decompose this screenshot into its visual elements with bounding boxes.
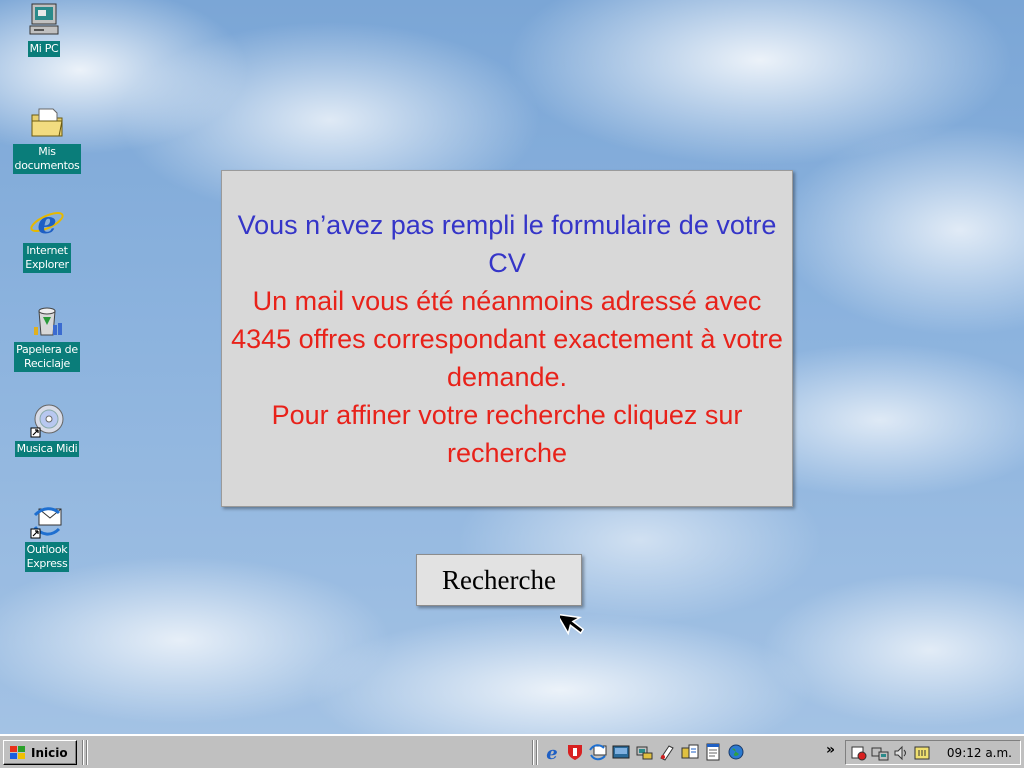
desktop-icon-label: Mis documentos	[12, 144, 82, 174]
quicklaunch-more-chevron[interactable]: »	[826, 742, 835, 758]
paint-icon[interactable]	[657, 742, 677, 762]
svg-text:e: e	[37, 206, 56, 240]
recycle-bin-icon	[34, 307, 62, 336]
file-manager-icon[interactable]	[680, 742, 700, 762]
desktop-icon-musica-midi[interactable]: Musica Midi	[4, 402, 90, 457]
start-button[interactable]: Inicio	[3, 740, 77, 765]
internet-explorer-icon: e	[30, 206, 64, 240]
quicklaunch-separator	[536, 740, 538, 765]
desktop-icon-label: Musica Midi	[14, 441, 80, 457]
network-status-icon[interactable]	[871, 744, 889, 762]
shield-icon[interactable]	[565, 742, 585, 762]
desktop-icon-mi-pc[interactable]: Mi PC	[1, 2, 87, 57]
quicklaunch-separator	[532, 740, 534, 765]
system-tray: 09:12 a.m.	[845, 740, 1021, 765]
message-line-mail: Un mail vous été néanmoins adressé avec …	[231, 285, 783, 392]
taskbar-clock[interactable]: 09:12 a.m.	[947, 746, 1020, 760]
desktop-icon-outlook-express[interactable]: Outlook Express	[4, 503, 90, 572]
outlook-express-icon	[30, 507, 62, 539]
recherche-button[interactable]: Recherche	[416, 554, 582, 606]
taskbar-separator	[86, 740, 88, 765]
internet-explorer-icon[interactable]: e	[542, 742, 562, 762]
notepad-icon[interactable]	[703, 742, 723, 762]
message-box: Vous n’avez pas rempli le formulaire de …	[221, 170, 793, 507]
scheduler-icon[interactable]	[850, 744, 868, 762]
globe-icon[interactable]	[726, 742, 746, 762]
desktop: Mi PC Mis documentos e Internet Explorer…	[0, 0, 1024, 734]
desktop-icon-label: Mi PC	[27, 41, 61, 57]
mouse-cursor-icon	[560, 613, 585, 636]
computer-icon	[29, 3, 59, 35]
display-settings-icon[interactable]	[913, 744, 931, 762]
network-icon[interactable]	[634, 742, 654, 762]
message-line-recherche: Pour affiner votre recherche cliquez sur…	[271, 399, 743, 468]
svg-text:e: e	[546, 743, 557, 762]
taskbar: Inicio e » 09:12 a.m.	[0, 734, 1024, 768]
taskbar-separator	[82, 740, 84, 765]
start-button-label: Inicio	[31, 745, 68, 760]
desktop-icon-label: Internet Explorer	[23, 243, 71, 273]
desktop-icon-label: Outlook Express	[24, 542, 70, 572]
cd-icon	[30, 404, 64, 438]
windows-logo-icon	[10, 745, 25, 759]
desktop-icon-internet-explorer[interactable]: e Internet Explorer	[4, 204, 90, 273]
show-desktop-icon[interactable]	[611, 742, 631, 762]
quick-launch-bar: e	[542, 742, 746, 764]
desktop-icon-label: Papelera de Reciclaje	[14, 342, 80, 372]
desktop-icon-papelera[interactable]: Papelera de Reciclaje	[4, 303, 90, 372]
folder-icon	[31, 108, 63, 137]
outlook-express-icon[interactable]	[588, 742, 608, 762]
volume-icon[interactable]	[892, 744, 910, 762]
desktop-icon-mis-documentos[interactable]: Mis documentos	[4, 105, 90, 174]
message-line-cv: Vous n’avez pas rempli le formulaire de …	[237, 209, 777, 278]
